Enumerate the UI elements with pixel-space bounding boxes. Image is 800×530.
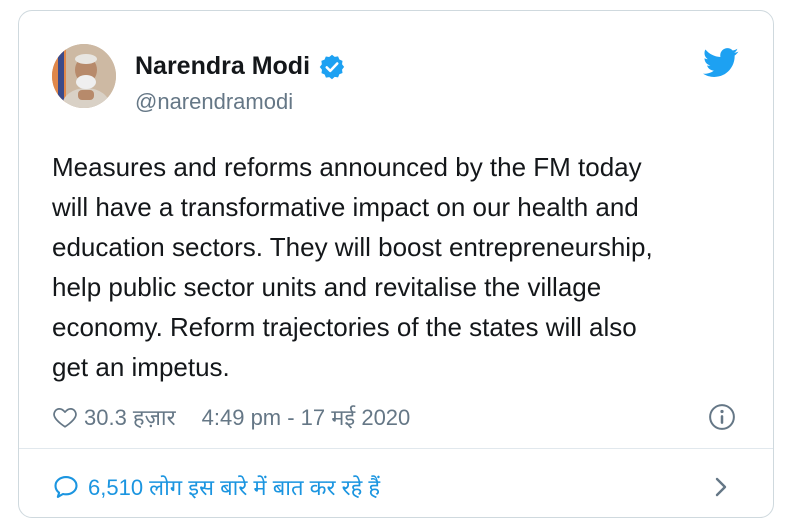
tweet-text: Measures and reforms announced by the FM…	[52, 152, 653, 382]
info-icon[interactable]	[707, 402, 737, 432]
author-name[interactable]: Narendra Modi	[135, 52, 310, 81]
chevron-right-icon[interactable]	[711, 474, 731, 500]
divider	[19, 448, 773, 449]
tweet-timestamp[interactable]: 4:49 pm - 17 मई 2020	[202, 402, 411, 432]
author-handle[interactable]: @narendramodi	[135, 89, 293, 115]
conversation-count-label[interactable]: 6,510 लोग इस बारे में बात कर रहे हैं	[88, 472, 380, 502]
twitter-bird-icon[interactable]	[703, 48, 739, 78]
speech-bubble-icon	[54, 476, 78, 498]
author-row: Narendra Modi	[135, 52, 346, 81]
tweet-card[interactable]: Narendra Modi @narendramodi Measures and…	[18, 10, 774, 518]
heart-icon[interactable]	[52, 404, 78, 430]
tweet-meta: 30.3 हज़ार 4:49 pm - 17 मई 2020	[52, 399, 743, 435]
verified-badge-icon	[319, 54, 345, 79]
like-count[interactable]: 30.3 हज़ार	[84, 402, 176, 432]
conversation-link[interactable]: 6,510 लोग इस बारे में बात कर रहे हैं	[52, 467, 743, 507]
avatar[interactable]	[52, 44, 116, 108]
